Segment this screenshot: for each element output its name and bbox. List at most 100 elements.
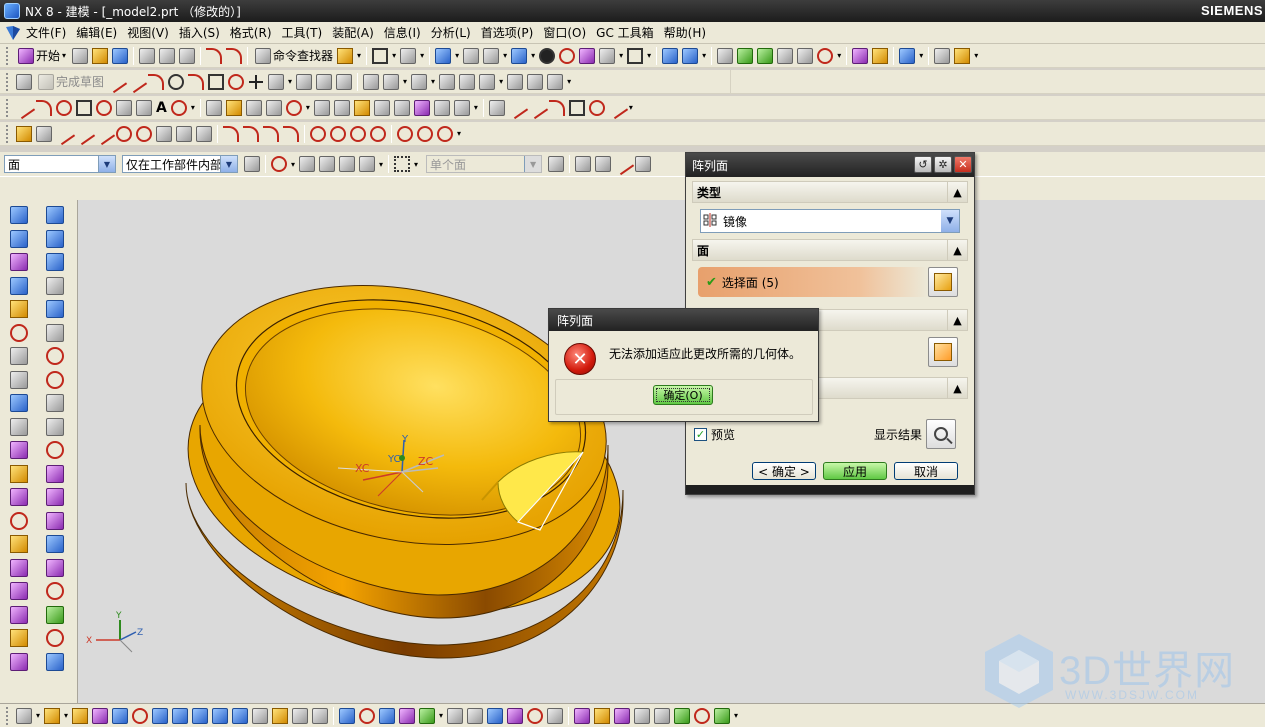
polygon-curve-icon[interactable] (96, 99, 112, 116)
menu-assemblies[interactable]: 装配(A) (330, 24, 382, 41)
snap-view-icon[interactable] (899, 47, 916, 64)
groove-icon[interactable] (10, 629, 28, 647)
menu-insert[interactable]: 插入(S) (177, 24, 228, 41)
pattern-face-dialog-titlebar[interactable]: 阵列面 ↺ ✲ ✕ (686, 153, 974, 177)
diameter-dimension-icon[interactable] (156, 125, 172, 142)
save-icon[interactable] (112, 47, 129, 64)
radial-dimension-icon[interactable] (46, 535, 64, 553)
through-curves-icon[interactable] (574, 707, 591, 724)
snap-mid-icon[interactable] (595, 156, 612, 172)
part-viewport[interactable]: Y XC YC ZC X Y Z (78, 200, 1265, 703)
shell-icon[interactable] (312, 707, 329, 724)
edit-curve-icon[interactable] (453, 99, 470, 116)
offset-curve-icon[interactable] (268, 73, 285, 90)
collapse-icon[interactable]: ▲ (947, 310, 967, 330)
constraint-point-on-curve-icon[interactable] (243, 125, 259, 142)
measure-angle-icon[interactable] (872, 47, 889, 64)
line-icon[interactable] (124, 70, 148, 93)
menu-view[interactable]: 视图(V) (125, 24, 177, 41)
reuse-library-icon[interactable] (10, 276, 28, 295)
system-materials-icon[interactable] (10, 370, 28, 389)
finish-sketch-button[interactable]: 完成草图 (34, 72, 106, 92)
perimeter-dimension-icon[interactable] (196, 125, 212, 142)
rib-icon[interactable] (10, 652, 28, 671)
shaded-with-edges-icon[interactable] (539, 47, 556, 64)
error-ok-button[interactable]: 确定(O) (653, 385, 713, 405)
vertical-dimension-icon[interactable] (72, 122, 96, 145)
sketch-feature-icon[interactable] (16, 707, 32, 724)
close-icon[interactable]: ✕ (954, 156, 972, 173)
menu-analysis[interactable]: 分析(L) (429, 24, 479, 41)
open-file-icon[interactable] (92, 47, 109, 64)
layer-category-icon[interactable] (757, 47, 774, 64)
part-navigator-icon[interactable] (10, 253, 28, 271)
hole-feature-icon[interactable] (72, 707, 89, 724)
ok-button[interactable]: < 确定 > (752, 462, 816, 480)
split-curve-icon[interactable] (505, 96, 529, 119)
select-arrow-icon[interactable] (299, 156, 316, 172)
pull-face-icon[interactable] (46, 229, 64, 248)
alternate-solution-icon[interactable] (479, 73, 496, 90)
add-selection-icon[interactable] (548, 156, 565, 172)
wireframe-icon[interactable] (559, 47, 576, 64)
mirror-feature-icon[interactable] (447, 707, 464, 724)
isoparametric-icon[interactable] (393, 99, 410, 116)
type-filter-dropdown[interactable]: 面 ▼ (4, 155, 116, 173)
show-related-face-icon[interactable] (46, 652, 64, 671)
display-mode-icon[interactable] (400, 47, 417, 64)
chamfer-icon[interactable] (292, 707, 309, 724)
studio-icon[interactable] (579, 47, 596, 64)
menu-tools[interactable]: 工具(T) (280, 24, 331, 41)
patch-icon[interactable] (547, 707, 564, 724)
pocket-icon[interactable] (10, 558, 28, 577)
constraint-quadrant-icon[interactable] (437, 125, 453, 142)
parallel-dimension-icon[interactable] (92, 122, 116, 145)
constraint-tangent-icon[interactable] (263, 125, 279, 142)
toolbar-grip[interactable] (6, 124, 10, 143)
hole-icon[interactable] (10, 511, 28, 530)
show-constraints-icon[interactable] (439, 73, 456, 90)
toolbar-grip[interactable] (6, 706, 10, 725)
section-curve-icon[interactable] (353, 99, 370, 116)
show-hide-icon[interactable] (777, 47, 794, 64)
extrude-icon[interactable] (10, 464, 28, 483)
history-icon[interactable] (10, 347, 28, 365)
reset-icon[interactable]: ↺ (914, 156, 932, 173)
trim-body-icon[interactable] (339, 707, 356, 724)
roles-icon[interactable] (10, 417, 28, 436)
dimension-icon[interactable] (363, 73, 380, 90)
type-section-header[interactable]: 类型 ▲ (692, 181, 968, 203)
wrap-curve-icon[interactable] (313, 99, 330, 116)
intersect-body-icon[interactable] (192, 707, 209, 724)
replace-face-icon[interactable] (46, 276, 64, 295)
rectangle-select-icon[interactable] (394, 156, 411, 172)
static-wireframe-icon[interactable] (599, 47, 616, 64)
toolbar-grip[interactable] (6, 98, 10, 117)
perpendicular-dimension-icon[interactable] (116, 125, 132, 142)
menu-information[interactable]: 信息(I) (382, 24, 429, 41)
pattern-type-dropdown[interactable]: 镜像 ▼ (700, 209, 960, 233)
extract-curve-icon[interactable] (373, 99, 390, 116)
web-browser-icon[interactable] (10, 323, 28, 342)
curve-on-surface-icon[interactable] (413, 99, 430, 116)
fit-view-icon[interactable] (435, 47, 452, 64)
slot-icon[interactable] (10, 605, 28, 624)
join-curve-icon[interactable] (245, 99, 262, 116)
constraint-equal-radius-icon[interactable] (330, 125, 346, 142)
offset-icon[interactable] (205, 99, 222, 116)
boss-feature-icon[interactable] (92, 707, 109, 724)
scale-body-icon[interactable] (507, 707, 524, 724)
constraint-navigator-icon[interactable] (10, 229, 28, 248)
intersection-curve-icon[interactable] (333, 99, 350, 116)
stretch-icon[interactable] (605, 96, 629, 119)
resize-blend-icon[interactable] (46, 300, 64, 318)
select-face-row[interactable]: ✔ 选择面 (5) (698, 267, 928, 297)
sew-icon[interactable] (527, 707, 544, 724)
revolve-icon[interactable] (10, 488, 28, 506)
apply-button[interactable]: 应用 (823, 462, 887, 480)
face-rule-dropdown[interactable]: 单个面 ▼ (426, 155, 543, 173)
arc-icon[interactable] (148, 73, 165, 90)
thicken-icon[interactable] (674, 707, 691, 724)
fillet-curve-icon[interactable] (548, 99, 565, 116)
trim-curve-icon[interactable] (488, 99, 505, 116)
